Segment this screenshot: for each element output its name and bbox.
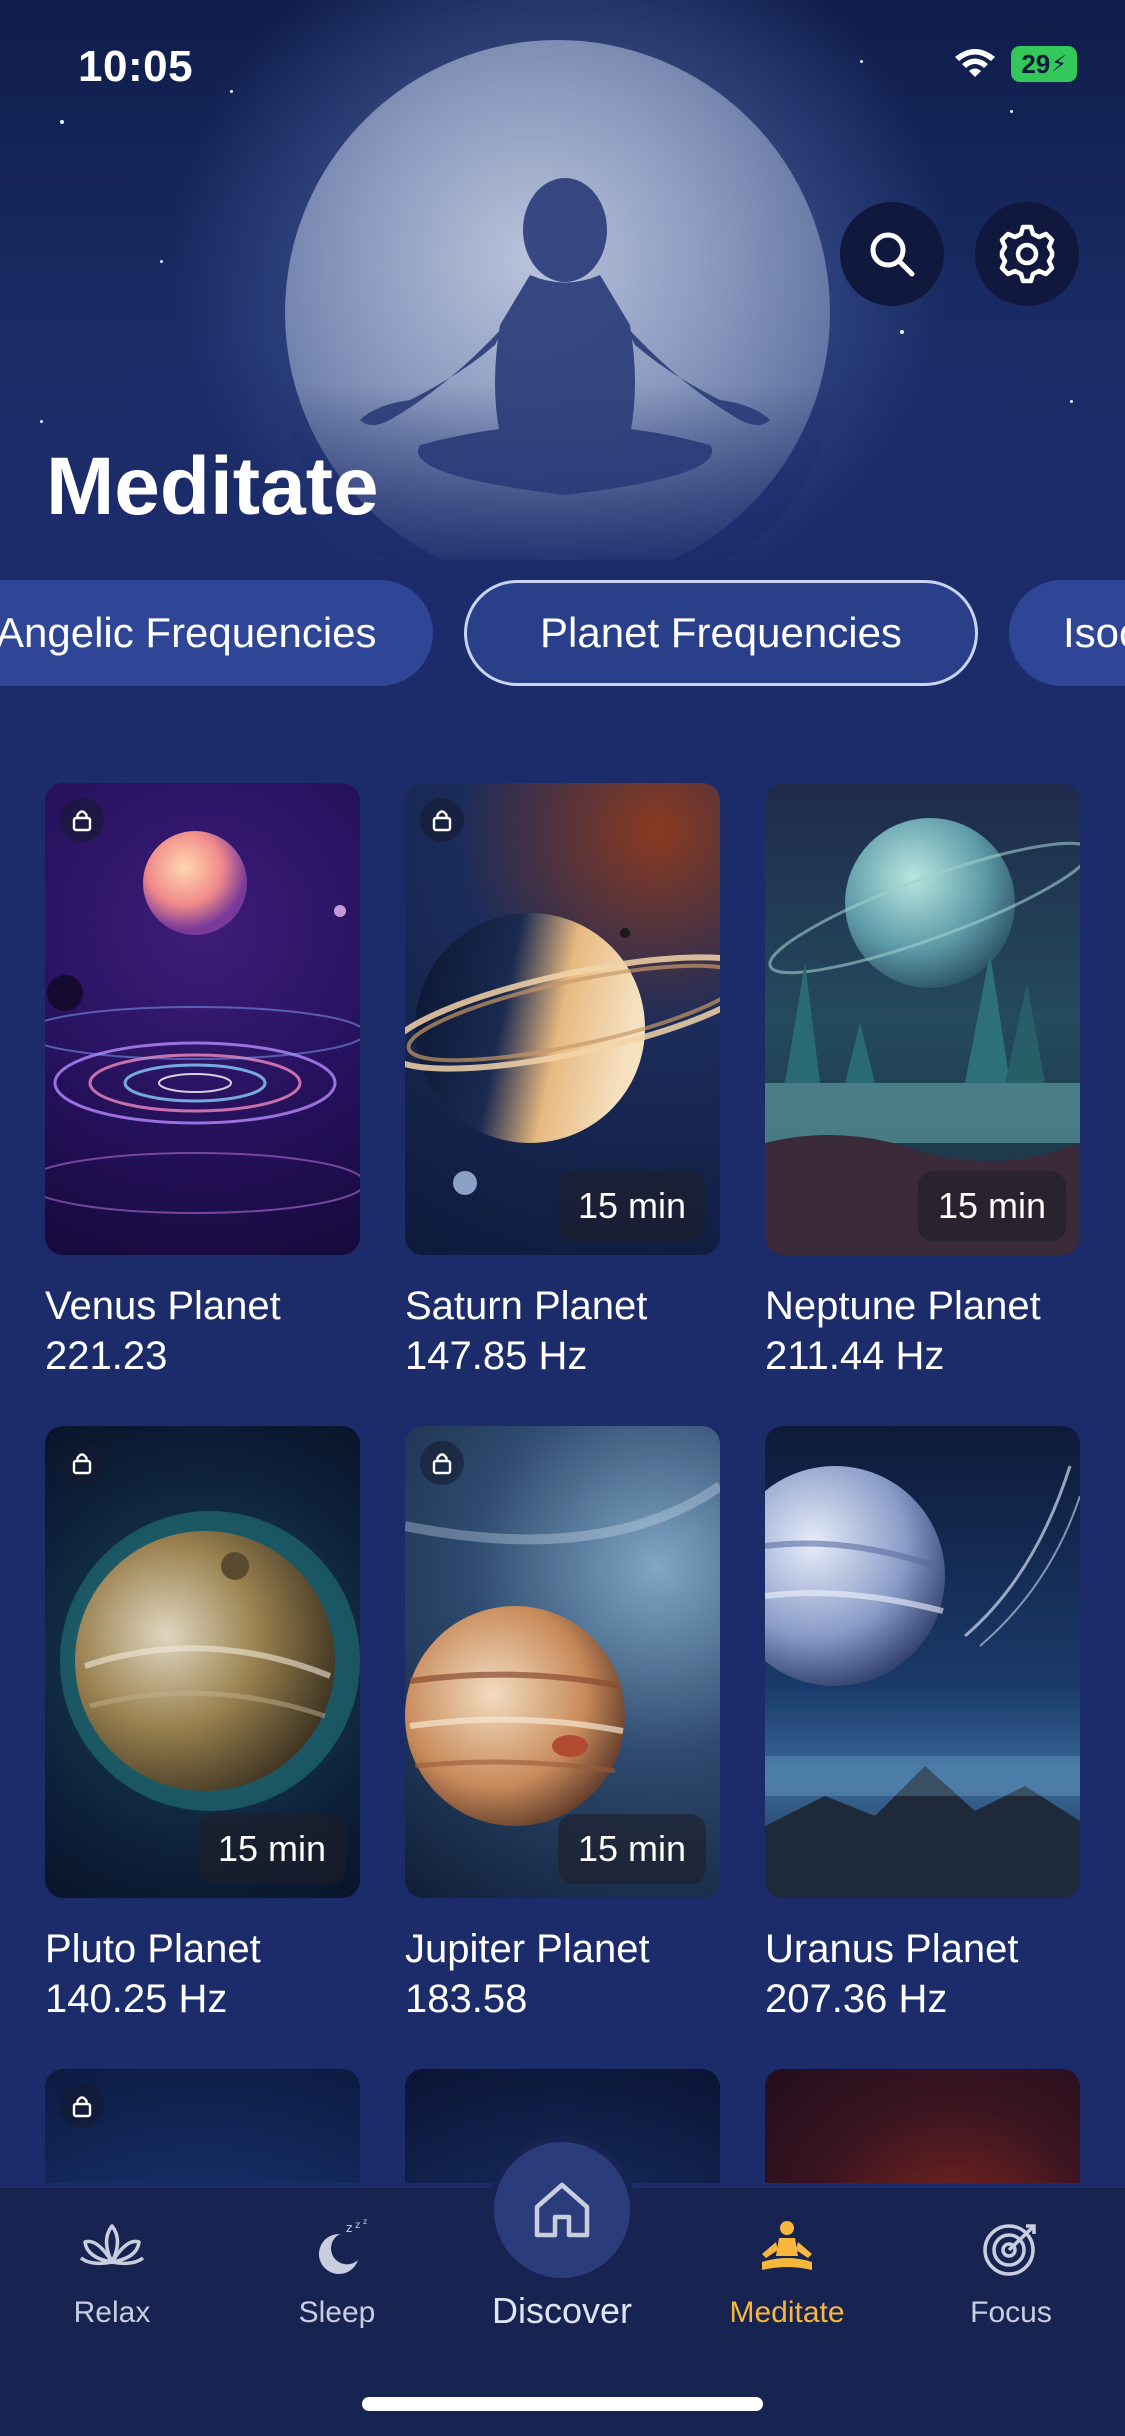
card-thumbnail	[45, 783, 360, 1255]
star	[860, 60, 863, 63]
search-button[interactable]	[840, 202, 944, 306]
svg-text:z: z	[346, 2221, 352, 2235]
venus-artwork	[45, 831, 360, 1214]
card-title: Saturn Planet	[405, 1284, 648, 1328]
status-time: 10:05	[78, 42, 194, 91]
search-icon	[870, 232, 915, 277]
lock-badge	[420, 1441, 464, 1485]
uranus-artwork	[765, 1465, 1080, 1898]
home-indicator[interactable]	[362, 2397, 763, 2411]
star	[40, 420, 43, 423]
frequency-grid: Venus Planet 221.23 15 min Saturn Planet…	[45, 783, 1080, 2183]
card-thumbnail	[765, 1426, 1080, 1898]
card-saturn-planet[interactable]: 15 min Saturn Planet 147.85 Hz	[405, 783, 720, 1381]
card-frequency: 221.23	[45, 1334, 168, 1378]
chip-label: Planet Frequencies	[540, 609, 902, 656]
tab-focus[interactable]: Focus	[911, 2218, 1111, 2330]
card-thumbnail	[765, 2069, 1080, 2183]
card-next-row-3[interactable]	[765, 2069, 1080, 2183]
moon-sleep-icon: z z z	[318, 2218, 367, 2274]
card-title: Jupiter Planet	[405, 1927, 650, 1971]
card-pluto-planet[interactable]: 15 min Pluto Planet 140.25 Hz	[45, 1426, 360, 2024]
charging-bolt-icon: ⚡	[1051, 51, 1067, 76]
tab-label: Meditate	[729, 2296, 845, 2329]
star	[1010, 110, 1013, 113]
lock-icon	[432, 810, 452, 832]
tab-discover-label[interactable]: Discover	[462, 2290, 662, 2332]
lock-icon	[72, 1453, 92, 1475]
card-thumbnail: 15 min	[45, 1426, 360, 1898]
meditation-icon	[762, 2221, 812, 2270]
lock-icon	[432, 1453, 452, 1475]
card-title: Neptune Planet	[765, 1284, 1041, 1328]
card-frequency: 211.44 Hz	[765, 1334, 945, 1378]
card-thumbnail	[45, 2069, 360, 2183]
page-title: Meditate	[46, 441, 379, 532]
lock-badge	[60, 2084, 104, 2128]
gear-icon	[999, 224, 1055, 284]
chip-planet-frequencies[interactable]: Planet Frequencies	[464, 580, 978, 686]
card-frequency: 147.85 Hz	[405, 1334, 588, 1378]
card-title: Venus Planet	[45, 1284, 281, 1328]
battery-indicator: 29 ⚡	[1011, 46, 1077, 82]
home-icon	[534, 2182, 590, 2238]
card-frequency: 207.36 Hz	[765, 1977, 948, 2021]
card-title: Uranus Planet	[765, 1927, 1019, 1971]
star	[60, 120, 64, 124]
card-next-row-1[interactable]	[45, 2069, 360, 2183]
card-neptune-planet[interactable]: 15 min Neptune Planet 211.44 Hz	[765, 783, 1080, 1381]
duration-badge: 15 min	[197, 1814, 346, 1884]
battery-level: 29	[1021, 48, 1051, 79]
card-thumbnail: 15 min	[405, 1426, 720, 1898]
duration-badge: 15 min	[557, 1171, 706, 1241]
svg-text:z: z	[355, 2220, 360, 2231]
card-thumbnail: 15 min	[405, 783, 720, 1255]
tab-meditate[interactable]: Meditate	[687, 2218, 887, 2330]
target-icon	[983, 2224, 1036, 2276]
category-chips: Angelic Frequencies Planet Frequencies I…	[0, 580, 1125, 690]
wifi-icon	[955, 49, 995, 77]
lock-badge	[60, 1441, 104, 1485]
lotus-icon	[79, 2224, 145, 2266]
tab-label: Sleep	[298, 2296, 376, 2329]
card-frequency: 140.25 Hz	[45, 1977, 228, 2021]
duration-badge: 15 min	[917, 1171, 1066, 1241]
chip-label: Angelic Frequencies	[0, 609, 377, 656]
discover-button[interactable]	[494, 2142, 630, 2278]
card-title: Pluto Planet	[45, 1927, 261, 1971]
star	[1070, 400, 1073, 403]
tab-label: Focus	[970, 2296, 1052, 2329]
chip-isochronic-tones[interactable]: Isochronic Tones	[1009, 580, 1125, 686]
tab-label: Relax	[73, 2296, 151, 2329]
card-frequency: 183.58	[405, 1977, 528, 2021]
card-thumbnail: 15 min	[765, 783, 1080, 1255]
tab-sleep[interactable]: z z z Sleep	[237, 2218, 437, 2330]
lock-icon	[72, 810, 92, 832]
meditation-silhouette	[360, 178, 770, 495]
lock-icon	[72, 2096, 92, 2118]
chip-angelic-frequencies[interactable]: Angelic Frequencies	[0, 580, 433, 686]
lock-badge	[420, 798, 464, 842]
status-icons: 29 ⚡	[953, 46, 1077, 82]
duration-badge: 15 min	[557, 1814, 706, 1884]
lock-badge	[60, 798, 104, 842]
chip-label: Isochronic Tones	[1063, 609, 1125, 656]
card-uranus-planet[interactable]: Uranus Planet 207.36 Hz	[765, 1426, 1080, 2024]
settings-button[interactable]	[975, 202, 1079, 306]
svg-text:z: z	[363, 2218, 367, 2226]
star	[160, 260, 163, 263]
card-jupiter-planet[interactable]: 15 min Jupiter Planet 183.58	[405, 1426, 720, 2024]
card-venus-planet[interactable]: Venus Planet 221.23	[45, 783, 360, 1381]
tab-relax[interactable]: Relax	[12, 2218, 212, 2330]
star	[230, 90, 233, 93]
star	[900, 330, 904, 334]
